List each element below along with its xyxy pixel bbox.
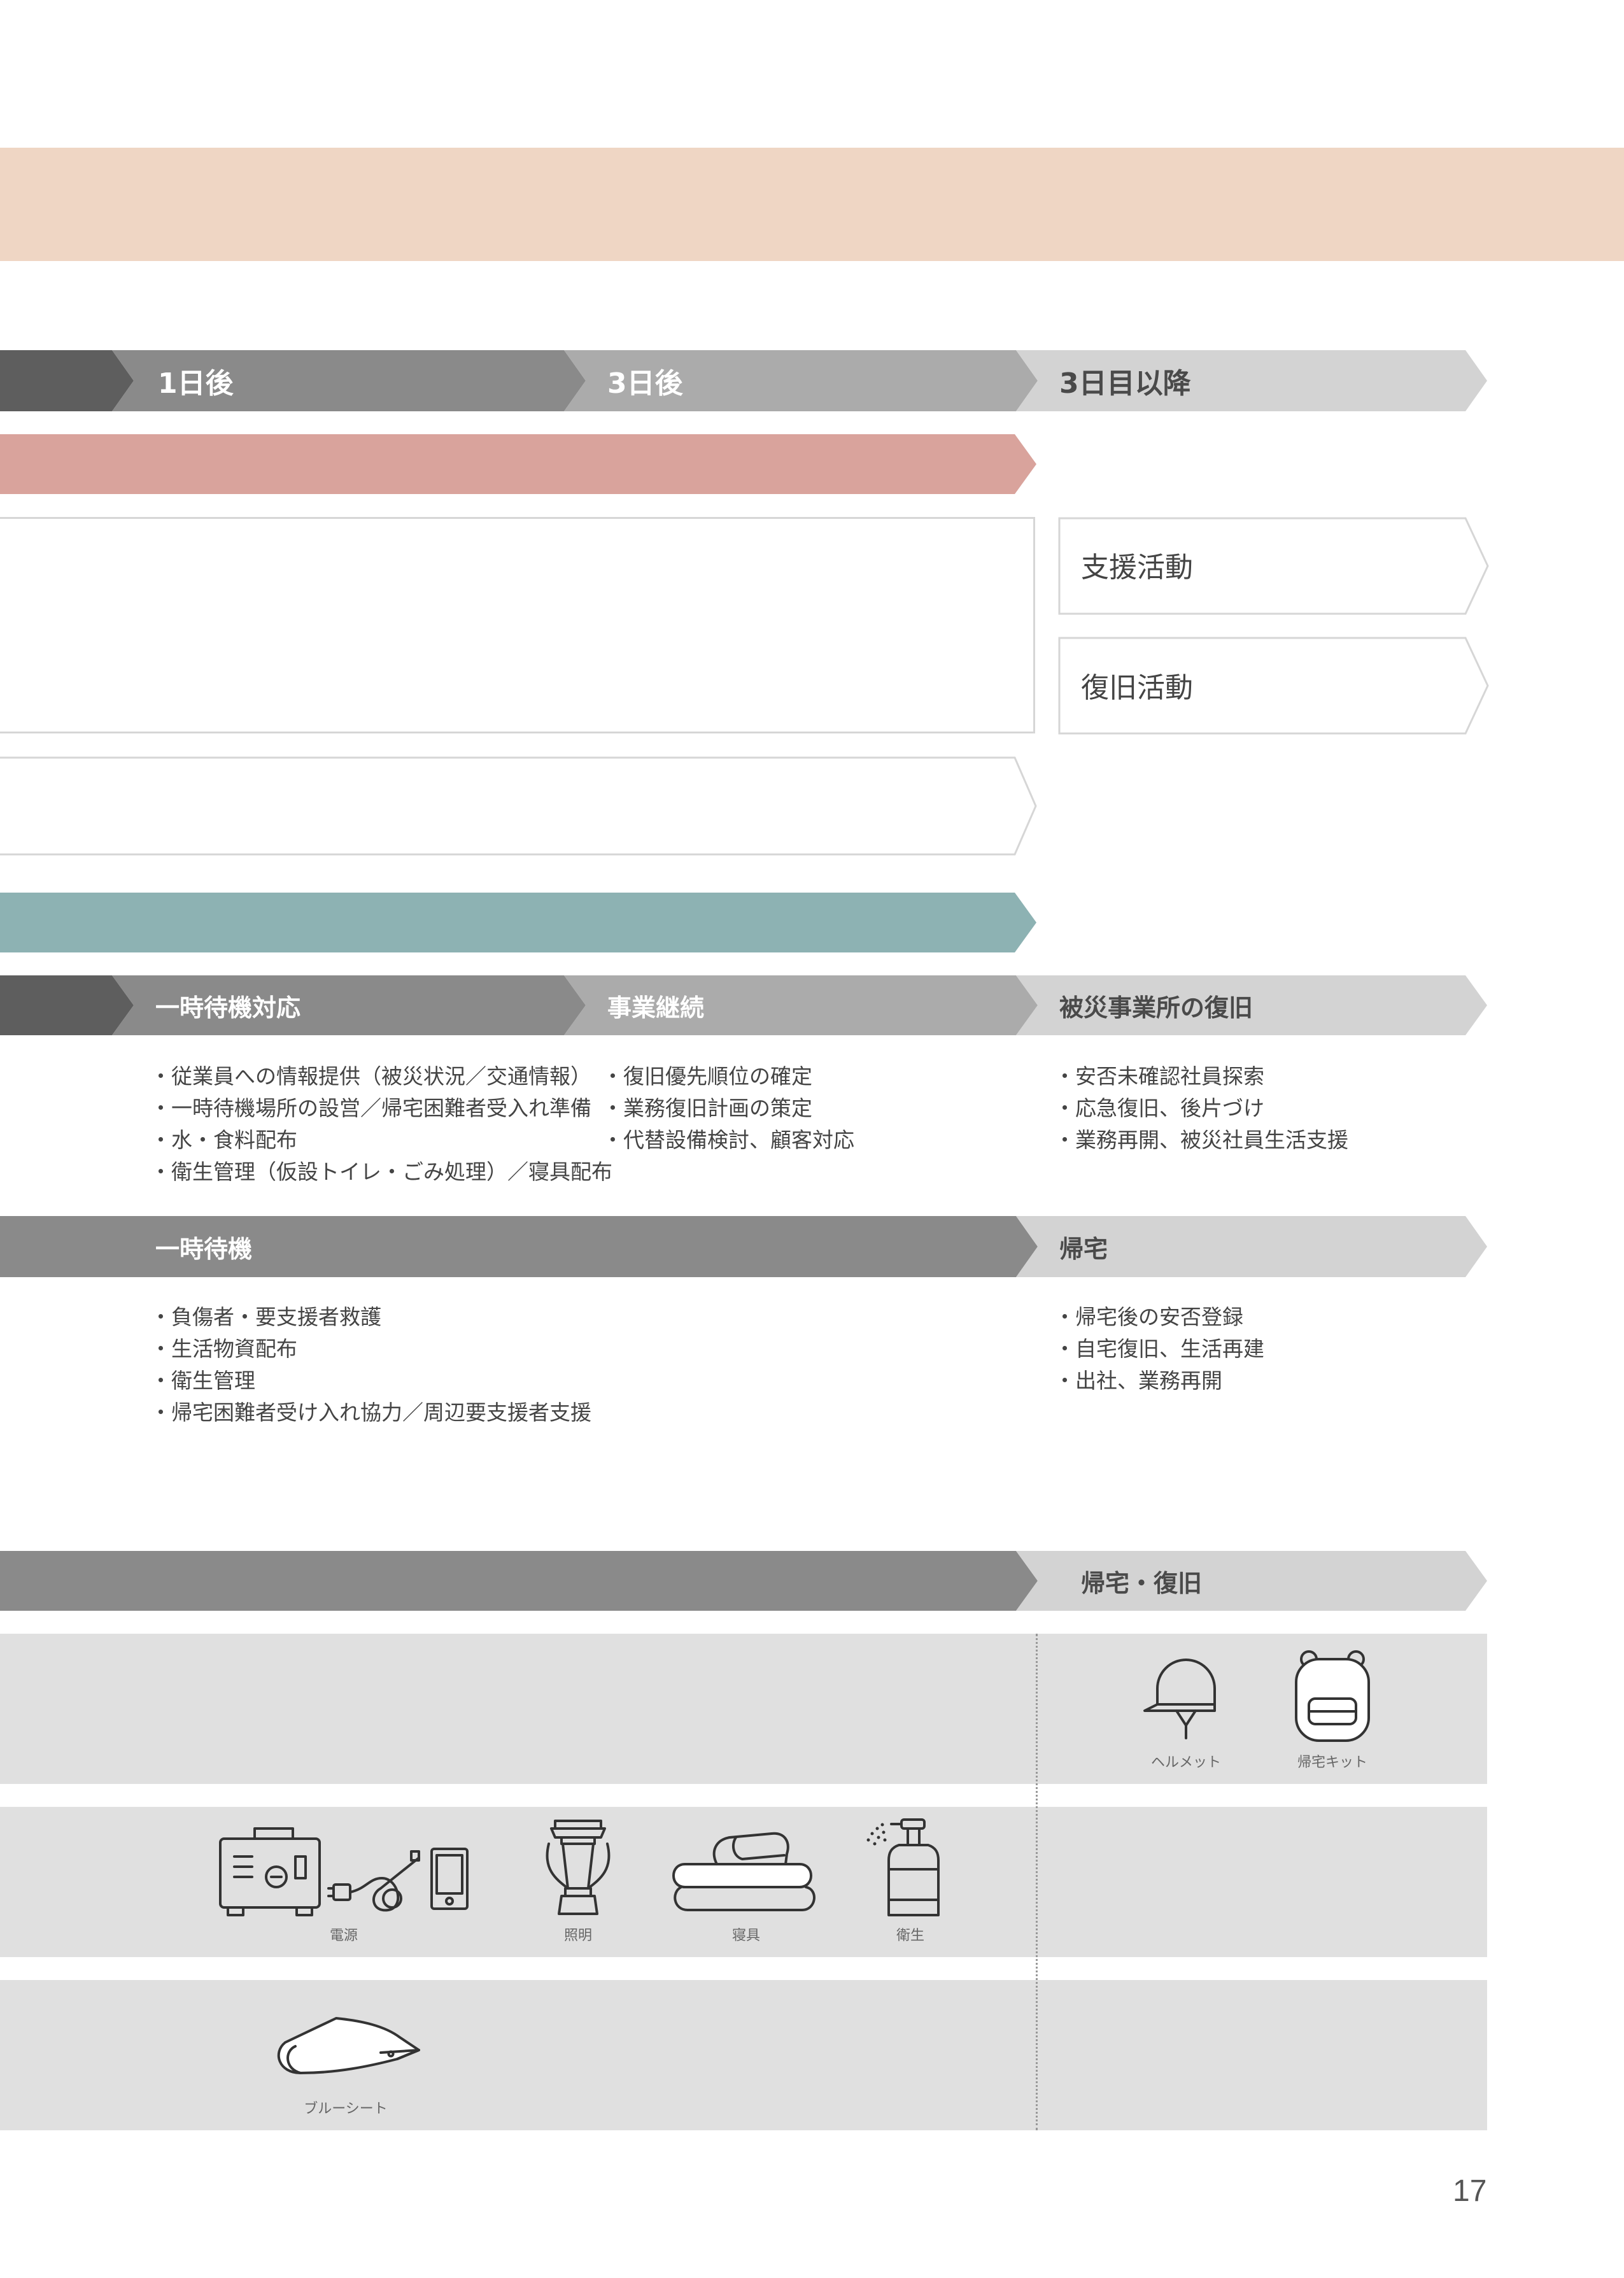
list-item: 一時待機場所の設営／帰宅困難者受入れ準備: [150, 1093, 612, 1124]
timeline-after3-label: 3日目以降: [1059, 367, 1191, 400]
list-item: 自宅復旧、生活再建: [1054, 1333, 1264, 1365]
supplies-lead: [0, 1551, 1038, 1611]
dotted-divider: [1036, 1634, 1038, 2130]
company-list-1: 従業員への情報提供（被災状況／交通情報） 一時待機場所の設営／帰宅困難者受入れ準…: [150, 1061, 612, 1188]
bedding-icon: [672, 1832, 816, 1911]
top-band: [0, 148, 1624, 261]
supplies-phase: 帰宅・復旧: [1016, 1551, 1487, 1611]
company-phase-1: 一時待機対応: [112, 975, 586, 1035]
company-phase-1-label: 一時待機対応: [155, 993, 301, 1022]
company-list-2: 復旧優先順位の確定 業務復旧計画の策定 代替設備検討、顧客対応: [602, 1061, 854, 1156]
timeline-day3-label: 3日後: [607, 367, 683, 400]
tarp-label: ブルーシート: [304, 2101, 388, 2117]
company-phase-2: 事業継続: [564, 975, 1038, 1035]
list-item: 負傷者・要支援者救護: [150, 1301, 591, 1333]
backpack-icon: [1295, 1650, 1370, 1742]
company-phase-3-label: 被災事業所の復旧: [1059, 993, 1253, 1022]
outline-long-arrow: [0, 756, 1037, 856]
company-phase-3: 被災事業所の復旧: [1016, 975, 1487, 1035]
timeline-after3: 3日目以降: [1016, 350, 1487, 411]
outline-box: [0, 517, 1035, 733]
helmet-label: ヘルメット: [1150, 1755, 1221, 1771]
tarp-icon: [277, 2017, 420, 2074]
lantern-label: 照明: [563, 1928, 592, 1944]
list-item: 水・食料配布: [150, 1124, 612, 1156]
timeline-lead: [0, 350, 134, 411]
company-phase-2-label: 事業継続: [607, 993, 705, 1022]
employee-phase-1: 一時待機: [0, 1216, 1038, 1277]
supplies-phase-label: 帰宅・復旧: [1081, 1569, 1203, 1597]
teal-arrow: [0, 893, 1036, 952]
timeline-day1: 1日後: [112, 350, 586, 411]
list-item: 代替設備検討、顧客対応: [602, 1124, 854, 1156]
list-item: 安否未確認社員探索: [1054, 1061, 1348, 1093]
power-label: 電源: [329, 1928, 358, 1944]
sanitizer-label: 衛生: [896, 1928, 924, 1944]
list-item: 業務再開、被災社員生活支援: [1054, 1124, 1348, 1156]
timeline-day1-label: 1日後: [158, 367, 234, 400]
sanitizer-icon: [866, 1818, 940, 1916]
supplies-row-3: [0, 1980, 1487, 2130]
support-label: 支援活動: [1081, 551, 1193, 584]
lantern-icon: [546, 1820, 611, 1915]
rose-arrow: [0, 434, 1036, 494]
employee-phase-1-label: 一時待機: [155, 1235, 253, 1263]
list-item: 生活物資配布: [150, 1333, 591, 1365]
backpack-label: 帰宅キット: [1297, 1755, 1367, 1771]
list-item: 衛生管理（仮設トイレ・ごみ処理）／寝具配布: [150, 1156, 612, 1188]
list-item: 帰宅後の安否登録: [1054, 1301, 1264, 1333]
list-item: 応急復旧、後片づけ: [1054, 1093, 1348, 1124]
company-lead: [0, 975, 134, 1035]
supplies-row-1: [0, 1634, 1487, 1784]
page-number: 17: [1453, 2174, 1487, 2208]
list-item: 従業員への情報提供（被災状況／交通情報）: [150, 1061, 612, 1093]
power-icon: [219, 1827, 469, 1916]
list-item: 復旧優先順位の確定: [602, 1061, 854, 1093]
list-item: 業務復旧計画の策定: [602, 1093, 854, 1124]
employee-list-3: 帰宅後の安否登録 自宅復旧、生活再建 出社、業務再開: [1054, 1301, 1264, 1397]
list-item: 帰宅困難者受け入れ協力／周辺要支援者支援: [150, 1397, 591, 1429]
list-item: 出社、業務再開: [1054, 1365, 1264, 1397]
employee-list-1: 負傷者・要支援者救護 生活物資配布 衛生管理 帰宅困難者受け入れ協力／周辺要支援…: [150, 1301, 591, 1429]
company-list-3: 安否未確認社員探索 応急復旧、後片づけ 業務再開、被災社員生活支援: [1054, 1061, 1348, 1156]
helmet-icon: [1143, 1659, 1216, 1739]
employee-phase-2-label: 帰宅: [1059, 1235, 1108, 1263]
employee-phase-2: 帰宅: [1016, 1216, 1487, 1277]
bedding-label: 寝具: [731, 1928, 760, 1944]
list-item: 衛生管理: [150, 1365, 591, 1397]
timeline-day3: 3日後: [564, 350, 1038, 411]
recovery-label: 復旧活動: [1081, 672, 1193, 704]
